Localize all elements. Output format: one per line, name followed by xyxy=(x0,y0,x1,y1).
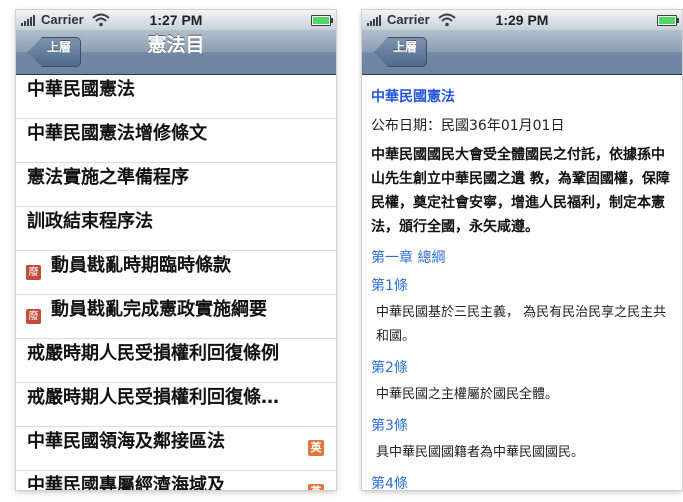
back-button[interactable]: 上層 xyxy=(28,37,82,67)
article-heading[interactable]: 第4條 xyxy=(371,473,674,490)
back-button[interactable]: 上層 xyxy=(374,37,428,67)
list-item[interactable]: 廢 動員戡亂時期臨時條款 xyxy=(16,251,336,295)
list-item-label: 中華民國領海及鄰接區法 xyxy=(27,431,225,452)
list-item[interactable]: 中華民國專屬經濟海域及 英 xyxy=(16,471,336,490)
english-version-icon[interactable]: 英 xyxy=(308,484,324,490)
article-heading[interactable]: 第3條 xyxy=(371,415,674,435)
article-heading[interactable]: 第2條 xyxy=(371,357,674,377)
list-item-label: 動員戡亂完成憲政實施綱要 xyxy=(51,299,267,320)
law-list: 中華民國憲法 中華民國憲法增修條文 憲法實施之準備程序 訓政結束程序法 廢 動員… xyxy=(16,75,336,490)
list-item[interactable]: 中華民國憲法 xyxy=(16,75,336,119)
abolished-icon: 廢 xyxy=(26,309,41,324)
navigation-bar: 上層 憲法目 xyxy=(16,30,336,75)
list-item-label: 憲法實施之準備程序 xyxy=(27,167,189,188)
battery-icon xyxy=(657,15,679,26)
list-item-label: 訓政結束程序法 xyxy=(27,211,153,232)
list-item[interactable]: 廢 動員戡亂完成憲政實施綱要 xyxy=(16,295,336,339)
article-text: 具中華民國國籍者為中華民國國民。 xyxy=(376,445,585,460)
preamble-text: 中華民國國民大會受全體國民之付託，依據孫中山先生創立中華民國之遺 教，為鞏固國權… xyxy=(371,147,670,235)
list-item[interactable]: 憲法實施之準備程序 xyxy=(16,163,336,207)
article-heading[interactable]: 第1條 xyxy=(371,275,674,295)
list-item[interactable]: 中華民國憲法增修條文 xyxy=(16,119,336,163)
list-item[interactable]: 戒嚴時期人民受損權利回復條… xyxy=(16,383,336,427)
status-bar: Carrier 1:27 PM xyxy=(16,10,336,30)
list-item-label: 中華民國憲法 xyxy=(27,79,135,100)
chapter-heading[interactable]: 第一章 總綱 xyxy=(371,247,674,267)
document-title: 中華民國憲法 xyxy=(371,89,455,105)
status-time: 1:27 PM xyxy=(149,12,203,28)
battery-icon xyxy=(311,15,333,26)
list-item[interactable]: 中華民國領海及鄰接區法 英 xyxy=(16,427,336,471)
english-version-icon[interactable]: 英 xyxy=(308,440,324,456)
abolished-icon: 廢 xyxy=(26,265,41,280)
law-document: 中華民國憲法 公布日期：民國36年01月01日 中華民國國民大會受全體國民之付託… xyxy=(362,75,682,490)
list-item-label: 中華民國專屬經濟海域及 xyxy=(27,475,225,490)
article-text: 中華民國之主權屬於國民全體。 xyxy=(376,387,559,402)
list-item-label: 戒嚴時期人民受損權利回復條… xyxy=(27,387,279,408)
list-item[interactable]: 戒嚴時期人民受損權利回復條例 xyxy=(16,339,336,383)
publish-date: 公布日期：民國36年01月01日 xyxy=(371,118,565,134)
list-item[interactable]: 訓政結束程序法 xyxy=(16,207,336,251)
list-item-label: 戒嚴時期人民受損權利回復條例 xyxy=(27,343,279,364)
phone-screen-detail: Carrier 1:29 PM 上層 中華民國憲法 公布日期：民國36年01月0… xyxy=(362,10,682,490)
navigation-bar: 上層 xyxy=(362,30,682,75)
list-item-label: 中華民國憲法增修條文 xyxy=(27,123,207,144)
status-time: 1:29 PM xyxy=(495,12,549,28)
article-text: 中華民國基於三民主義， 為民有民治民享之民主共和國。 xyxy=(376,305,667,344)
phone-screen-list: Carrier 1:27 PM 上層 憲法目 中華民國憲法 中華民國憲法增修條文… xyxy=(16,10,336,490)
list-item-label: 動員戡亂時期臨時條款 xyxy=(51,255,231,276)
nav-title: 憲法目 xyxy=(147,34,205,56)
status-bar: Carrier 1:29 PM xyxy=(362,10,682,30)
